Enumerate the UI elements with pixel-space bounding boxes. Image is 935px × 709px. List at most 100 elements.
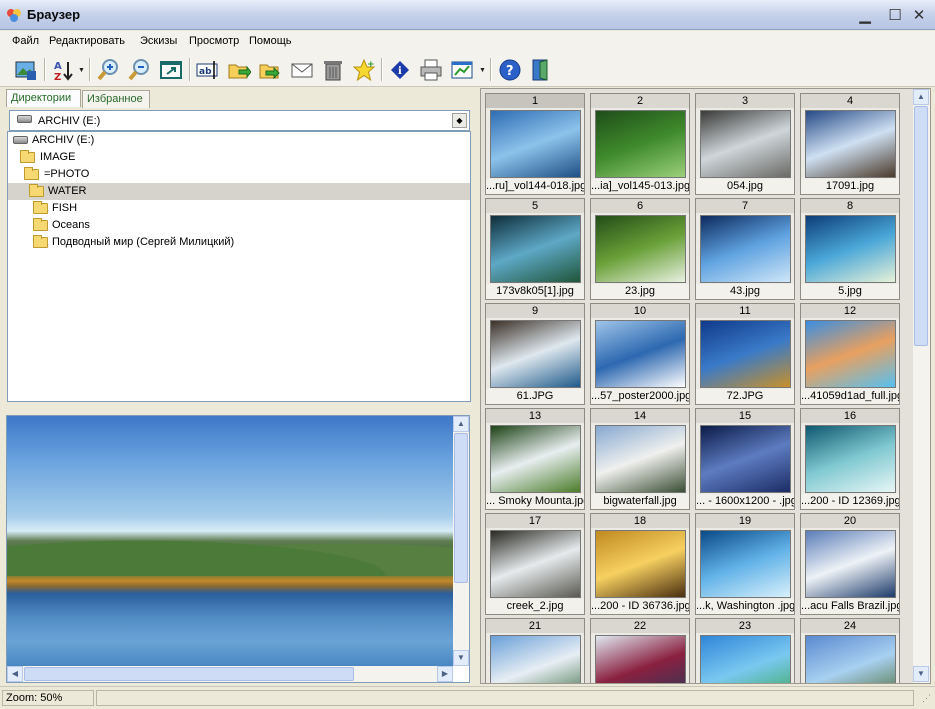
thumbnail-item[interactable]: 1 ...ru]_vol144-018.jpg — [485, 93, 585, 195]
move-to-folder-icon[interactable] — [256, 56, 283, 83]
thumbnail-caption: ...200 - ID 36736.jpg — [591, 599, 689, 614]
zoom-status: Zoom: 50% — [2, 690, 94, 706]
thumbnail-item[interactable]: 15 ... - 1600x1200 - .jpg — [695, 408, 795, 510]
menu-help[interactable]: Помощь — [249, 35, 292, 47]
thumbnail-item[interactable]: 16 ...200 - ID 12369.jpg — [800, 408, 900, 510]
tree-item-label: ARCHIV (E:) — [32, 134, 95, 146]
print-icon[interactable] — [417, 56, 444, 83]
preview-horizontal-scrollbar[interactable]: ◀ ▶ — [7, 666, 453, 682]
thumbnail-item[interactable]: 21 — [485, 618, 585, 683]
thumbnail-number: 7 — [696, 199, 794, 213]
info-icon[interactable]: i — [386, 56, 413, 83]
thumbnail-item[interactable]: 4 17091.jpg — [800, 93, 900, 195]
thumbnail-image — [490, 530, 581, 598]
thumbnail-item[interactable]: 22 — [590, 618, 690, 683]
tab-favorites[interactable]: Избранное — [82, 90, 150, 108]
vertical-splitter[interactable] — [472, 88, 480, 684]
chart-icon[interactable] — [448, 56, 475, 83]
thumbnail-item[interactable]: 9 61.JPG — [485, 303, 585, 405]
thumbnail-image — [595, 530, 686, 598]
thumbnail-image — [490, 215, 581, 283]
tree-item-label: WATER — [48, 185, 87, 197]
rename-icon[interactable]: ab — [194, 56, 221, 83]
menu-thumbnails[interactable]: Эскизы — [140, 35, 177, 47]
thumbnail-number: 18 — [591, 514, 689, 528]
help-icon[interactable]: ? — [496, 56, 523, 83]
thumbnail-image — [595, 215, 686, 283]
scroll-down-icon[interactable]: ▼ — [453, 650, 469, 666]
thumbnail-caption: ... Smoky Mounta.jpg — [486, 494, 584, 509]
tree-item-label: Подводный мир (Сергей Милицкий) — [52, 236, 235, 248]
drive-icon — [17, 115, 32, 123]
grid-vertical-scrollbar[interactable]: ▲ ▼ — [913, 89, 930, 683]
thumbnail-item[interactable]: 7 43.jpg — [695, 198, 795, 300]
maximize-icon[interactable]: ☐ — [884, 5, 906, 25]
thumbnail-item[interactable]: 5 173v8k05[1].jpg — [485, 198, 585, 300]
thumbnail-number: 13 — [486, 409, 584, 423]
folder-icon — [33, 201, 48, 214]
thumbnail-item[interactable]: 13 ... Smoky Mounta.jpg — [485, 408, 585, 510]
thumbnail-item[interactable]: 8 5.jpg — [800, 198, 900, 300]
thumbnail-caption: 43.jpg — [696, 284, 794, 299]
scroll-down-icon[interactable]: ▼ — [913, 666, 929, 682]
delete-icon[interactable] — [319, 56, 346, 83]
thumbnail-item[interactable]: 6 23.jpg — [590, 198, 690, 300]
fit-window-icon[interactable] — [157, 56, 184, 83]
menu-edit[interactable]: Редактировать — [49, 35, 125, 47]
scroll-up-icon[interactable]: ▲ — [913, 89, 929, 105]
thumbnail-item[interactable]: 3 054.jpg — [695, 93, 795, 195]
image-select-icon[interactable] — [12, 56, 39, 83]
scroll-left-icon[interactable]: ◀ — [7, 666, 23, 682]
thumbnail-caption: ... - 1600x1200 - .jpg — [696, 494, 794, 509]
tree-item-folder-selected[interactable]: WATER — [8, 183, 470, 200]
thumbnail-caption: creek_2.jpg — [486, 599, 584, 614]
preview-vertical-scrollbar[interactable]: ▲ ▼ — [453, 416, 469, 666]
thumbnail-number: 10 — [591, 304, 689, 318]
thumbnail-item[interactable]: 10 ...57_poster2000.jpg — [590, 303, 690, 405]
thumbnail-item[interactable]: 17 creek_2.jpg — [485, 513, 585, 615]
menu-view[interactable]: Просмотр — [189, 35, 239, 47]
zoom-in-icon[interactable] — [94, 56, 121, 83]
copy-to-folder-icon[interactable] — [225, 56, 252, 83]
thumbnail-item[interactable]: 14 bigwaterfall.jpg — [590, 408, 690, 510]
thumbnail-item[interactable]: 19 ...k, Washington .jpg — [695, 513, 795, 615]
thumbnail-item[interactable]: 12 ...41059d1ad_full.jpg — [800, 303, 900, 405]
thumbnail-image — [700, 215, 791, 283]
thumbnail-item[interactable]: 20 ...acu Falls Brazil.jpg — [800, 513, 900, 615]
exit-icon[interactable] — [527, 56, 554, 83]
thumbnail-image — [595, 320, 686, 388]
close-icon[interactable]: ✕ — [908, 5, 930, 25]
svg-text:?: ? — [506, 64, 514, 79]
thumbnail-item[interactable]: 18 ...200 - ID 36736.jpg — [590, 513, 690, 615]
drive-select[interactable]: ARCHIV (E:) ◆ — [9, 110, 470, 131]
zoom-out-icon[interactable] — [125, 56, 152, 83]
resize-grip-icon[interactable]: ⋰ — [922, 693, 931, 704]
scroll-thumb[interactable] — [24, 667, 354, 681]
favorite-icon[interactable]: + — [350, 56, 377, 83]
minimize-icon[interactable]: ▁ — [854, 5, 876, 25]
thumbnail-item[interactable]: 23 — [695, 618, 795, 683]
email-icon[interactable] — [288, 56, 315, 83]
scroll-up-icon[interactable]: ▲ — [453, 416, 469, 432]
thumbnail-number: 8 — [801, 199, 899, 213]
thumbnail-caption: ...41059d1ad_full.jpg — [801, 389, 899, 404]
thumbnail-item[interactable]: 11 72.JPG — [695, 303, 795, 405]
thumbnail-item[interactable]: 2 ...ia]_vol145-013.jpg — [590, 93, 690, 195]
sort-az-icon[interactable]: AZ — [50, 56, 77, 83]
scroll-thumb[interactable] — [914, 106, 928, 346]
thumbnail-number: 17 — [486, 514, 584, 528]
menu-file[interactable]: Файл — [12, 35, 39, 47]
thumbnail-number: 4 — [801, 94, 899, 108]
chevron-down-icon[interactable]: ◆ — [452, 113, 467, 128]
scroll-thumb[interactable] — [454, 433, 468, 583]
thumbnail-item[interactable]: 24 — [800, 618, 900, 683]
scroll-right-icon[interactable]: ▶ — [437, 666, 453, 682]
thumbnail-image — [490, 635, 581, 683]
thumbnail-number: 3 — [696, 94, 794, 108]
folder-icon — [29, 184, 44, 197]
tab-directories[interactable]: Директории — [6, 89, 81, 107]
sort-dropdown-icon[interactable]: ▼ — [78, 67, 85, 74]
horizontal-splitter[interactable] — [4, 406, 472, 414]
chart-dropdown-icon[interactable]: ▼ — [479, 67, 486, 74]
thumbnail-caption: ...200 - ID 12369.jpg — [801, 494, 899, 509]
